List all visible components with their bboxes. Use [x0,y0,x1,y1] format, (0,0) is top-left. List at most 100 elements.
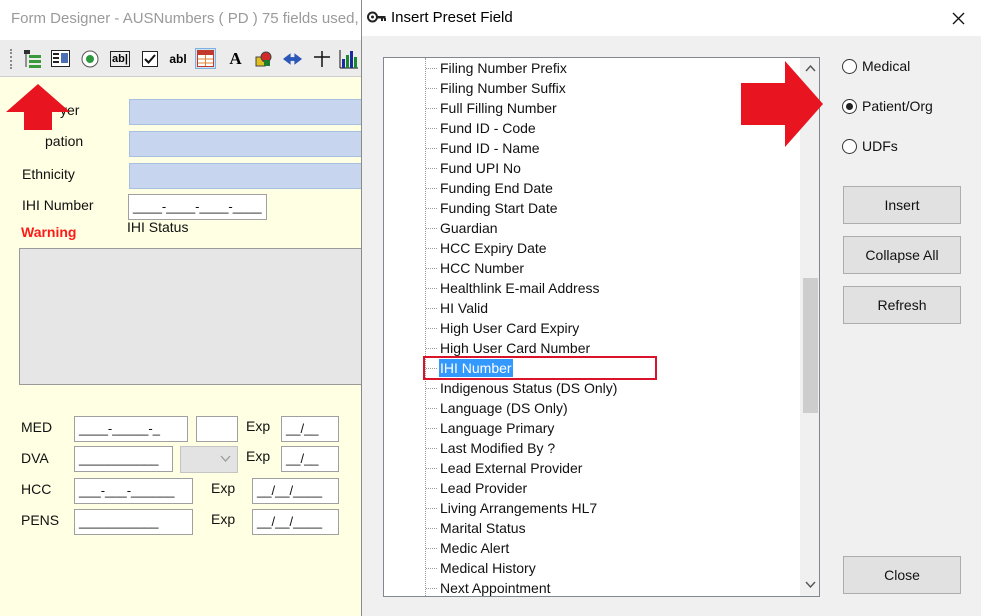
tree-item-label: Last Modified By ? [440,440,556,456]
tree-item[interactable]: Living Arrangements HL7 [384,498,804,518]
tree-item[interactable]: Funding Start Date [384,198,804,218]
hcc-exp-field[interactable]: __/__/____ [252,478,339,504]
selection-highlight-box [423,356,657,380]
scroll-thumb[interactable] [803,278,818,413]
pens-field[interactable]: ___________ [74,509,193,535]
close-button[interactable]: Close [843,556,961,594]
medical-radio-label: Medical [862,58,911,74]
dva-exp-field[interactable]: __/__ [281,446,339,472]
table-icon[interactable] [195,48,216,69]
tree-item[interactable]: Medic Alert [384,538,804,558]
ethnicity-label: Ethnicity [22,166,75,182]
tree-item[interactable]: High User Card Number [384,338,804,358]
notes-memo[interactable] [19,248,363,385]
tree-connector [426,148,437,149]
med-label: MED [21,419,53,435]
dva-field[interactable]: ___________ [74,446,173,472]
dva-type-select[interactable] [180,446,238,473]
tree-item[interactable]: Healthlink E-mail Address [384,278,804,298]
tree-item-label: Guardian [440,220,498,236]
tree-item[interactable]: Last Modified By ? [384,438,804,458]
hcc-field[interactable]: ___-___-______ [74,478,193,504]
font-icon[interactable]: A [225,48,246,69]
occupation-field[interactable] [129,131,363,157]
med-exp-field[interactable]: __/__ [281,416,339,442]
refresh-button[interactable]: Refresh [843,286,961,324]
insert-button[interactable]: Insert [843,186,961,224]
shapes-icon[interactable] [253,48,274,69]
tree-item[interactable]: Language Primary [384,418,804,438]
warning-label: Warning [21,224,77,240]
tree-item-label: Filing Number Suffix [440,80,566,96]
tree-item[interactable]: Funding End Date [384,178,804,198]
tree-item[interactable]: HCC Expiry Date [384,238,804,258]
dialog-titlebar: Insert Preset Field [362,0,981,36]
ihi-number-field[interactable]: ____-____-____-____ [128,194,267,220]
label-icon[interactable]: abl [166,48,190,69]
tree-item-label: Fund ID - Code [440,120,536,136]
tree-item[interactable]: Guardian [384,218,804,238]
chart-icon[interactable] [338,48,359,69]
chevron-down-icon [804,581,816,588]
collapse-all-button[interactable]: Collapse All [843,236,961,274]
tree-item[interactable]: Lead Provider [384,478,804,498]
tree-item[interactable]: Fund UPI No [384,158,804,178]
tree-item-label: Language Primary [440,420,555,436]
med-field[interactable]: ____-_____-_ [74,416,188,442]
tree-connector [426,588,437,589]
udfs-radio[interactable]: UDFs [842,136,898,156]
insert-preset-field-dialog: Insert Preset Field Filing Number Prefix… [361,0,981,616]
employer-field[interactable] [129,99,363,125]
tree-item[interactable]: Language (DS Only) [384,398,804,418]
tree-item-label: Medical History [440,560,536,576]
tree-item-label: High User Card Expiry [440,320,580,336]
tree-connector [426,428,437,429]
close-window-button[interactable] [935,0,981,36]
tree-item[interactable]: Lead External Provider [384,458,804,478]
pens-exp-field[interactable]: __/__/____ [252,509,339,535]
tree-item-label: HI Valid [440,300,488,316]
tree-connector [426,268,437,269]
radio-icon[interactable] [79,48,100,69]
toolbar-grip[interactable] [10,49,13,69]
checkbox-icon[interactable] [139,48,160,69]
udfs-radio-label: UDFs [862,138,898,154]
tree-item[interactable]: Next Appointment [384,578,804,596]
form-designer-toolbar: ab| abl A [0,40,363,77]
tree-item[interactable]: HI Valid [384,298,804,318]
grid-icon[interactable] [50,48,71,69]
textbox-icon[interactable]: ab| [108,48,132,69]
tree-item-label: HCC Number [440,260,525,276]
tree-item-label: Indigenous Status (DS Only) [440,380,618,396]
tree-connector [426,408,437,409]
arrows-icon[interactable] [282,48,303,69]
med-exp-label: Exp [246,418,271,434]
radio-circle [842,138,857,154]
medical-radio[interactable]: Medical [842,56,910,76]
hcc-exp-label: Exp [211,480,236,496]
tree-connector [426,388,437,389]
tree-connector [426,488,437,489]
pens-label: PENS [21,512,60,528]
tree-item[interactable]: Indigenous Status (DS Only) [384,378,804,398]
tree-item[interactable]: Marital Status [384,518,804,538]
tree-connector [426,448,437,449]
tree-item-label: Full Filling Number [440,100,557,116]
ethnicity-field[interactable] [129,163,363,189]
tree-item[interactable]: Medical History [384,558,804,578]
tree-item-label: High User Card Number [440,340,591,356]
patient-org-radio-label: Patient/Org [862,98,933,114]
line-icon[interactable] [311,48,332,69]
tree-item[interactable]: High User Card Expiry [384,318,804,338]
patient-org-radio[interactable]: Patient/Org [842,96,933,116]
tree-icon[interactable] [22,48,43,69]
tree-item-label: Medic Alert [440,540,510,556]
scroll-down-button[interactable] [801,575,819,593]
med-suffix-field[interactable] [196,416,238,442]
tree-item-label: Marital Status [440,520,526,536]
tree-item[interactable]: HCC Number [384,258,804,278]
ihi-status-label: IHI Status [127,219,189,235]
tree-connector [426,128,437,129]
tree-item-label: Language (DS Only) [440,400,568,416]
tree-item-label: Fund ID - Name [440,140,540,156]
